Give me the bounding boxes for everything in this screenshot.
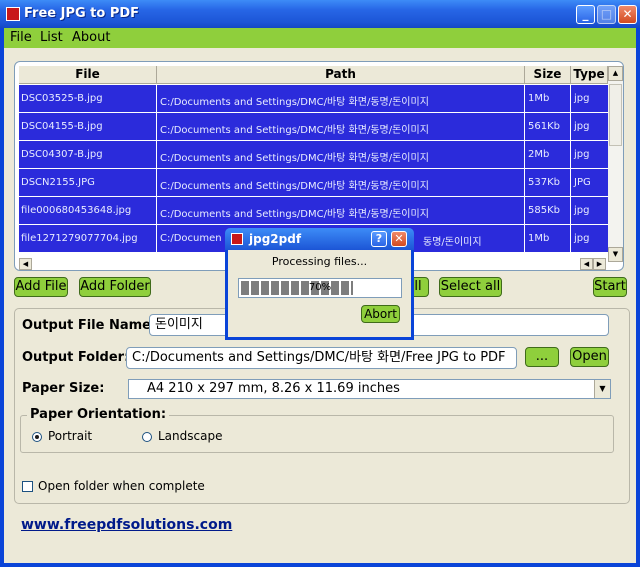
dialog-close-button[interactable]: ✕	[391, 231, 407, 247]
progress-dialog: jpg2pdf ? ✕ Processing files... 70% Abor…	[225, 228, 414, 340]
cell-path: C:/Documents and Settings/DMC/바탕 화면/동명/돈…	[160, 209, 429, 220]
cell-size: 561Kb	[528, 121, 560, 132]
scrollbar-thumb[interactable]	[609, 84, 622, 146]
help-button[interactable]: ?	[371, 231, 387, 247]
cell-type: jpg	[574, 233, 590, 244]
open-folder-checkbox[interactable]	[22, 481, 33, 492]
abort-button[interactable]: Abort	[361, 305, 400, 323]
title-bar[interactable]: Free JPG to PDF _ □ ✕	[0, 0, 640, 28]
cell-file: DSC04307-B.jpg	[21, 149, 103, 160]
cell-size: 2Mb	[528, 149, 550, 160]
app-icon	[231, 233, 243, 245]
column-header-type[interactable]: Type	[571, 66, 608, 84]
cell-path: C:/Documents and Settings/DMC/바탕 화면/동명/돈…	[160, 97, 429, 108]
cell-file: DSC04155-B.jpg	[21, 121, 103, 132]
cell-file: DSC03525-B.jpg	[21, 93, 103, 104]
scroll-left-icon[interactable]: ◀	[19, 258, 32, 270]
paper-size-value: A4 210 x 297 mm, 8.26 x 11.69 inches	[147, 381, 400, 396]
cell-size: 1Mb	[528, 233, 550, 244]
maximize-button[interactable]: □	[597, 5, 616, 24]
cell-size: 537Kb	[528, 177, 560, 188]
portrait-label[interactable]: Portrait	[48, 429, 92, 443]
cell-size: 585Kb	[528, 205, 560, 216]
cell-file: file000680453648.jpg	[21, 205, 132, 216]
add-folder-button[interactable]: Add Folder	[79, 277, 151, 297]
cell-type: jpg	[574, 205, 590, 216]
column-header-path[interactable]: Path	[157, 66, 525, 84]
output-folder-field[interactable]: C:/Documents and Settings/DMC/바탕 화면/Free…	[126, 347, 517, 369]
scroll-left-icon[interactable]: ◀	[580, 258, 593, 270]
table-row[interactable]: file000680453648.jpg C:/Documents and Se…	[19, 197, 608, 224]
start-button[interactable]: Start	[593, 277, 627, 297]
output-folder-label: Output Folder:	[22, 350, 130, 365]
add-file-button[interactable]: Add File	[14, 277, 68, 297]
progress-bar: 70%	[238, 278, 402, 298]
dialog-title-bar[interactable]: jpg2pdf ? ✕	[225, 228, 414, 250]
menu-about[interactable]: About	[72, 30, 110, 45]
menu-list[interactable]: List	[40, 30, 63, 45]
processing-message: Processing files...	[271, 255, 368, 268]
scroll-right-icon[interactable]: ▶	[593, 258, 606, 270]
paper-orientation-label: Paper Orientation:	[27, 407, 170, 422]
column-header-size[interactable]: Size	[525, 66, 571, 84]
progress-label: 70%	[308, 282, 332, 293]
main-window: Free JPG to PDF _ □ ✕ File List About Fi…	[0, 0, 640, 567]
table-row[interactable]: DSC04307-B.jpg C:/Documents and Settings…	[19, 141, 608, 168]
browse-button[interactable]: ...	[525, 347, 559, 367]
cell-file: file1271279077704.jpg	[21, 233, 138, 244]
window-title: Free JPG to PDF	[24, 6, 140, 21]
dialog-body: Processing files... 70% Abort	[228, 250, 411, 337]
cell-type: jpg	[574, 121, 590, 132]
scroll-up-icon[interactable]: ▲	[608, 66, 623, 81]
cell-path: C:/Documen	[160, 233, 222, 244]
cell-path: C:/Documents and Settings/DMC/바탕 화면/동명/돈…	[160, 153, 429, 164]
menu-bar: File List About	[4, 28, 636, 48]
paper-size-select[interactable]: A4 210 x 297 mm, 8.26 x 11.69 inches ▼	[128, 379, 611, 399]
vertical-scrollbar[interactable]: ▲ ▼	[608, 66, 623, 262]
landscape-label[interactable]: Landscape	[158, 429, 222, 443]
table-row[interactable]: DSCN2155.JPG C:/Documents and Settings/D…	[19, 169, 608, 196]
table-row[interactable]: DSC03525-B.jpg C:/Documents and Settings…	[19, 85, 608, 112]
cell-file: DSCN2155.JPG	[21, 177, 95, 188]
output-file-label: Output File Name:	[22, 318, 157, 333]
column-header-file[interactable]: File	[19, 66, 157, 84]
close-button[interactable]: ✕	[618, 5, 637, 24]
cell-path: C:/Documents and Settings/DMC/바탕 화면/동명/돈…	[160, 181, 429, 192]
portrait-radio[interactable]	[32, 432, 42, 442]
cell-type: JPG	[574, 177, 591, 188]
cell-size: 1Mb	[528, 93, 550, 104]
paper-size-label: Paper Size:	[22, 381, 105, 396]
table-row[interactable]: DSC04155-B.jpg C:/Documents and Settings…	[19, 113, 608, 140]
cell-path: C:/Documents and Settings/DMC/바탕 화면/동명/돈…	[160, 125, 429, 136]
chevron-down-icon[interactable]: ▼	[594, 380, 610, 398]
open-folder-label[interactable]: Open folder when complete	[38, 479, 205, 493]
app-icon	[6, 7, 20, 21]
cell-path-tail: 동명/돈이미지	[423, 237, 482, 248]
open-button[interactable]: Open	[570, 347, 609, 367]
select-all-button[interactable]: Select all	[439, 277, 502, 297]
landscape-radio[interactable]	[142, 432, 152, 442]
dialog-title: jpg2pdf	[249, 232, 302, 246]
menu-file[interactable]: File	[10, 30, 32, 45]
cell-type: jpg	[574, 93, 590, 104]
scroll-down-icon[interactable]: ▼	[608, 247, 623, 262]
minimize-button[interactable]: _	[576, 5, 595, 24]
cell-type: jpg	[574, 149, 590, 160]
website-link[interactable]: www.freepdfsolutions.com	[21, 517, 232, 533]
